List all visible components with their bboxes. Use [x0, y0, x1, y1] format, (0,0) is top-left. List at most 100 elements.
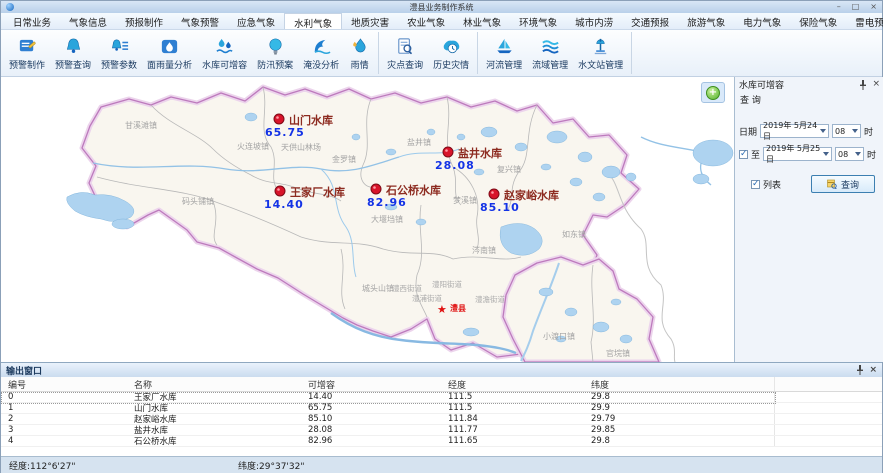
window-title: 澧县业务制作系统	[1, 2, 882, 13]
cell-id: 2	[1, 414, 131, 424]
tab-forestry[interactable]: 林业气象	[454, 13, 510, 29]
reservoir-name: 王家厂水库	[290, 185, 345, 199]
flood-plan-button[interactable]: 防汛预案	[252, 34, 298, 73]
hydro-station-manage-button[interactable]: 水文站管理	[573, 34, 628, 73]
tab-forecast[interactable]: 预报制作	[116, 13, 172, 29]
map-canvas[interactable]: 甘溪滩镇 火连坡镇 天供山林场 金罗镇 盐井镇 码头铺镇 复兴镇 梦溪镇 大堰垱…	[1, 77, 735, 362]
reservoir-name: 山门水库	[289, 113, 333, 127]
warning-params-button[interactable]: 预警参数	[96, 34, 142, 73]
town-label: 金罗镇	[332, 154, 356, 164]
tab-daily[interactable]: 日常业务	[4, 13, 60, 29]
map-zoom-in-button[interactable]: +	[701, 82, 725, 103]
basin-manage-button[interactable]: 流域管理	[527, 34, 573, 73]
town-label: 涔南镇	[472, 245, 496, 255]
disaster-point-query-button[interactable]: 灾点查询	[382, 34, 428, 73]
table-header: 编号 名称 可增容 经度 纬度	[1, 377, 882, 392]
tab-insurance[interactable]: 保险气象	[790, 13, 846, 29]
title-bar: 澧县业务制作系统 – □ ×	[1, 1, 882, 13]
rain-analysis-icon	[159, 36, 180, 57]
warning-make-button[interactable]: 预警制作	[4, 34, 50, 73]
tab-agriculture[interactable]: 农业气象	[398, 13, 454, 29]
history-clock-icon	[441, 36, 462, 57]
submerge-analysis-button[interactable]: 淹没分析	[298, 34, 344, 73]
close-button[interactable]: ×	[870, 3, 877, 11]
toolbar-separator	[631, 32, 632, 74]
town-label: 天供山林场	[281, 142, 321, 152]
tab-geology[interactable]: 地质灾害	[342, 13, 398, 29]
flood-plan-icon	[265, 36, 286, 57]
town-label: 澧浦街道	[412, 293, 442, 303]
town-label: 盐井镇	[407, 137, 431, 147]
pin-icon[interactable]	[856, 365, 864, 375]
reservoir-capacity-button[interactable]: 水库可增容	[197, 34, 252, 73]
list-label: 列表	[763, 178, 781, 191]
river-manage-button[interactable]: 河流管理	[481, 34, 527, 73]
tab-weather-info[interactable]: 气象信息	[60, 13, 116, 29]
tab-warning[interactable]: 气象预警	[172, 13, 228, 29]
reservoir-value: 85.10	[480, 201, 520, 214]
cell-capacity: 65.75	[305, 403, 445, 413]
status-bar: 经度:112°6'27" 纬度:29°37'32"	[1, 456, 882, 473]
output-close-icon[interactable]: ×	[869, 366, 877, 375]
cell-capacity: 28.08	[305, 425, 445, 435]
col-id[interactable]: 编号	[1, 378, 131, 391]
reservoir-value: 14.40	[264, 198, 304, 211]
tab-tourism[interactable]: 旅游气象	[678, 13, 734, 29]
col-latitude[interactable]: 纬度	[588, 378, 774, 391]
hour-to-select[interactable]: 08	[835, 147, 864, 161]
pin-icon[interactable]	[859, 80, 867, 90]
maximize-button[interactable]: □	[852, 3, 860, 11]
warning-query-button[interactable]: 预警查询	[50, 34, 96, 73]
output-window: 输出窗口 × 编号 名称 可增容 经度 纬度 0 王家厂水库 14.40 111…	[1, 362, 882, 456]
col-name[interactable]: 名称	[131, 378, 305, 391]
hour-from-select[interactable]: 08	[832, 124, 861, 138]
alert-bell-icon	[63, 36, 84, 57]
query-button[interactable]: 查询	[811, 175, 875, 193]
toolbar-separator	[378, 32, 379, 74]
date-to-select[interactable]: 2019年 5月25日	[763, 147, 832, 161]
county-seat-label: 澧县	[450, 303, 466, 313]
cell-latitude: 29.8	[588, 436, 774, 446]
history-disaster-button[interactable]: 历史灾情	[428, 34, 474, 73]
tab-lightning[interactable]: 雷电预警	[846, 13, 883, 29]
to-label: 至	[751, 148, 760, 161]
cell-id: 4	[1, 436, 131, 446]
hour-suffix: 时	[867, 148, 876, 161]
reservoir-value: 65.75	[265, 126, 305, 139]
list-checkbox[interactable]	[751, 180, 760, 189]
tab-environment[interactable]: 环境气象	[510, 13, 566, 29]
cell-id: 0	[1, 392, 131, 402]
cell-latitude: 29.85	[588, 425, 774, 435]
cell-name: 石公桥水库	[131, 435, 305, 447]
toolbar-separator	[477, 32, 478, 74]
table-row[interactable]: 4 石公桥水库 82.96 111.65 29.8	[1, 436, 882, 447]
col-capacity[interactable]: 可增容	[305, 378, 445, 391]
town-label: 火连坡镇	[237, 141, 269, 151]
cell-capacity: 14.40	[305, 392, 445, 402]
tab-urban-flood[interactable]: 城市内涝	[566, 13, 622, 29]
town-label: 澧阳街道	[432, 279, 462, 289]
town-label: 码头铺镇	[182, 196, 214, 206]
reservoir-value: 82.96	[367, 196, 407, 209]
tab-power[interactable]: 电力气象	[734, 13, 790, 29]
town-label: 小渡口镇	[543, 331, 575, 341]
app-window: 澧县业务制作系统 – □ × 日常业务 气象信息 预报制作 气象预警 应急气象 …	[0, 0, 883, 473]
tab-hydrology[interactable]: 水利气象	[284, 13, 342, 29]
cell-id: 1	[1, 403, 131, 413]
alert-doc-icon	[17, 36, 38, 57]
hour-suffix: 时	[864, 125, 873, 138]
rain-condition-button[interactable]: 雨情	[344, 34, 375, 73]
panel-close-icon[interactable]: ×	[872, 80, 880, 89]
hydro-station-icon	[590, 36, 611, 57]
col-longitude[interactable]: 经度	[445, 378, 588, 391]
tab-traffic[interactable]: 交通预报	[622, 13, 678, 29]
minimize-button[interactable]: –	[837, 3, 841, 11]
plus-icon: +	[706, 86, 720, 100]
cell-longitude: 111.84	[445, 414, 588, 424]
tab-emergency[interactable]: 应急气象	[228, 13, 284, 29]
area-rain-analysis-button[interactable]: 面雨量分析	[142, 34, 197, 73]
to-date-checkbox[interactable]	[739, 150, 748, 159]
chevron-down-icon	[820, 129, 826, 133]
date-from-select[interactable]: 2019年 5月24日	[760, 124, 829, 138]
query-button-label: 查询	[841, 178, 859, 191]
